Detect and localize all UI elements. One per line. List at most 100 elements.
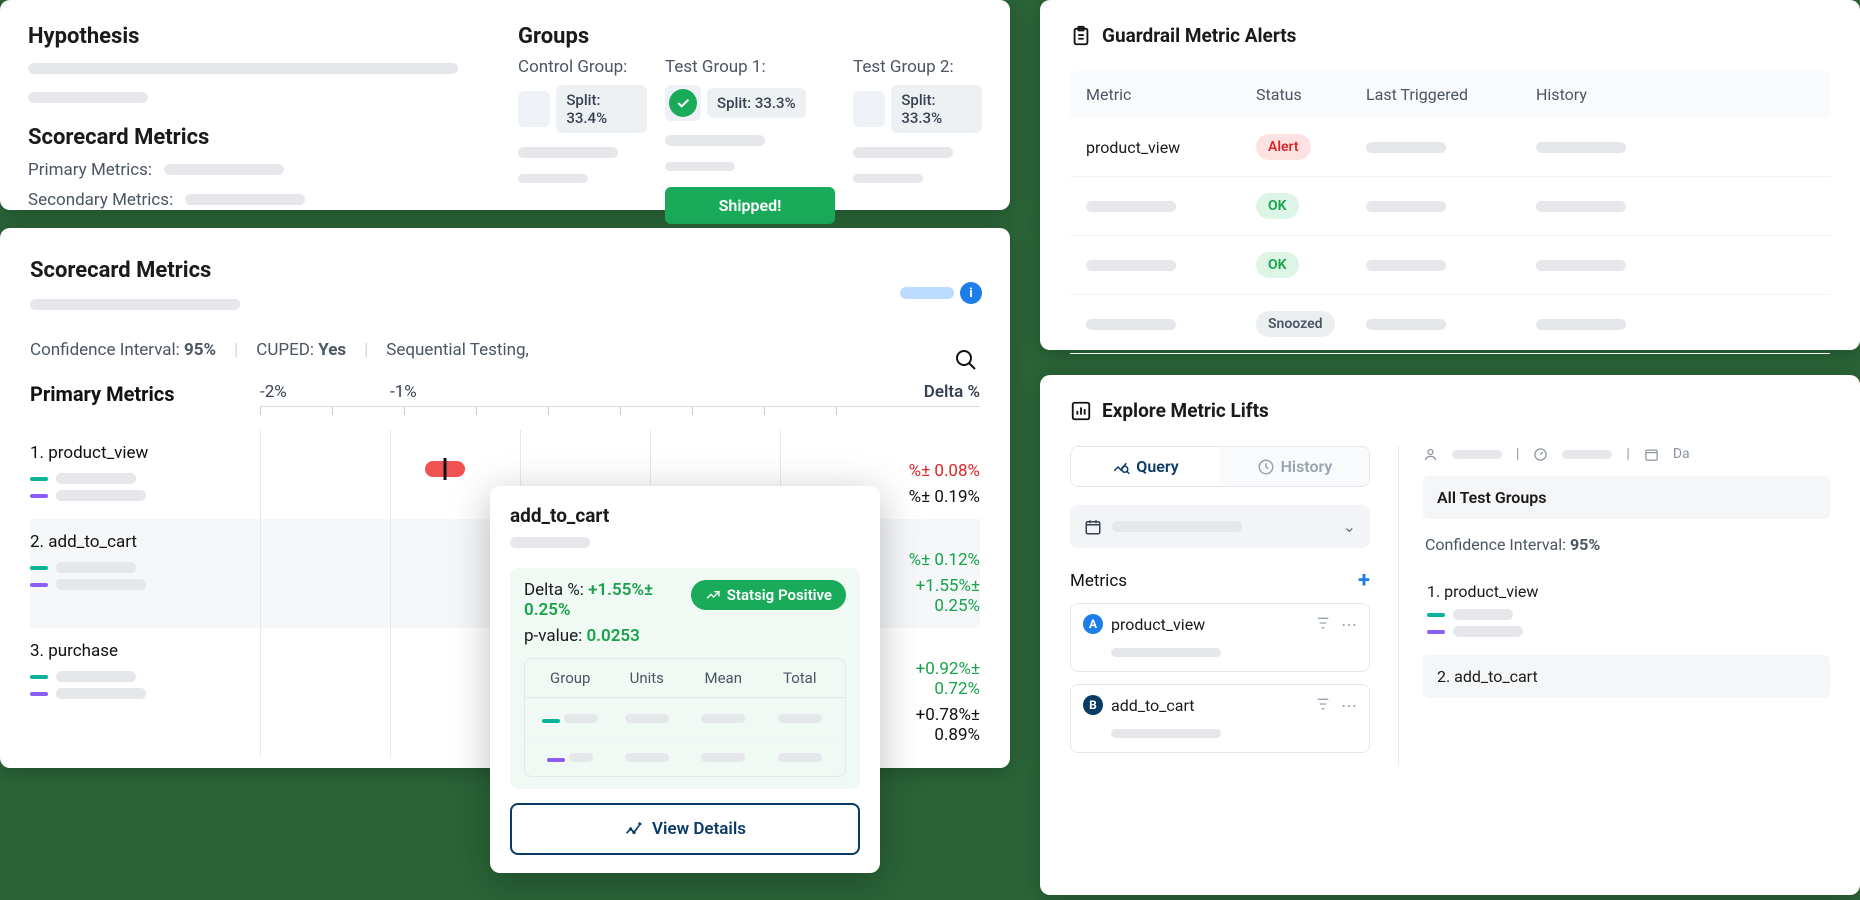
series-swatch-b xyxy=(1427,630,1445,634)
col-last-triggered: Last Triggered xyxy=(1366,85,1536,104)
group-control: Control Group: Split: 33.4% xyxy=(518,57,647,224)
split-pill: Split: 33.3% xyxy=(707,88,806,118)
guardrail-row[interactable]: OK xyxy=(1070,236,1830,295)
date-abbrev: Da xyxy=(1673,446,1690,462)
all-test-groups-header: All Test Groups xyxy=(1423,476,1830,519)
info-icon: i xyxy=(960,282,982,304)
split-pill: Split: 33.4% xyxy=(556,85,647,133)
clipboard-icon xyxy=(1070,25,1092,47)
metric-card[interactable]: Aproduct_view ⋯ xyxy=(1070,603,1370,672)
scorecard-title: Scorecard Metrics xyxy=(30,258,980,283)
tooltip-pvalue-value: 0.0253 xyxy=(586,626,639,646)
status-badge: Snoozed xyxy=(1256,311,1335,337)
explore-metric-row[interactable]: 1. product_view xyxy=(1423,570,1830,655)
groups-title: Groups xyxy=(518,24,982,49)
calendar-icon[interactable] xyxy=(1644,447,1659,462)
metric-name: 2. add_to_cart xyxy=(30,532,260,552)
guardrail-row[interactable]: Snoozed xyxy=(1070,295,1830,354)
series-swatch-b xyxy=(30,692,48,696)
view-details-button[interactable]: View Details xyxy=(510,803,860,855)
ci-value: 95% xyxy=(1570,535,1600,554)
metric-card-name: product_view xyxy=(1111,615,1205,634)
explore-title: Explore Metric Lifts xyxy=(1102,399,1269,422)
guardrail-row[interactable]: OK xyxy=(1070,177,1830,236)
col-group: Group xyxy=(537,669,604,687)
explore-lifts-panel: Explore Metric Lifts Query History ⌄ Met… xyxy=(1040,375,1860,895)
tooltip-delta-label: Delta %: xyxy=(524,580,584,600)
delta-value: +1.55%± 0.25% xyxy=(870,576,980,616)
series-swatch-b xyxy=(30,583,48,587)
metric-card-name: add_to_cart xyxy=(1111,696,1195,715)
guardrail-row[interactable]: product_viewAlert xyxy=(1070,118,1830,177)
guardrail-title: Guardrail Metric Alerts xyxy=(1102,24,1296,47)
filter-icon[interactable] xyxy=(1315,615,1331,631)
shipped-button[interactable]: Shipped! xyxy=(665,187,835,224)
scorecard-panel: Scorecard Metrics i Confidence Interval:… xyxy=(0,228,1010,768)
status-badge: OK xyxy=(1256,252,1299,278)
group-icon-placeholder xyxy=(518,91,550,127)
calendar-icon xyxy=(1084,518,1102,536)
scorecard-metrics-title: Scorecard Metrics xyxy=(28,125,488,150)
cuped-label: CUPED: xyxy=(256,340,314,360)
tab-query[interactable]: Query xyxy=(1071,447,1220,486)
explore-metric-name: 1. product_view xyxy=(1427,582,1826,601)
explore-tabs: Query History xyxy=(1070,446,1370,487)
tooltip-table: Group Units Mean Total xyxy=(524,658,846,777)
delta-value: +0.92%± 0.72% xyxy=(870,659,980,699)
status-badge: Alert xyxy=(1256,134,1311,160)
primary-metrics-label: Primary Metrics: xyxy=(28,160,152,180)
more-icon[interactable]: ⋯ xyxy=(1341,615,1357,634)
group-label: Test Group 2: xyxy=(853,57,982,77)
gauge-icon[interactable] xyxy=(1533,447,1548,462)
status-badge: OK xyxy=(1256,193,1299,219)
delta-value: %± 0.12% xyxy=(870,550,980,570)
series-swatch-b xyxy=(30,494,48,498)
group-test-2: Test Group 2: Split: 33.3% xyxy=(853,57,982,224)
metric-name: 3. purchase xyxy=(30,641,260,661)
group-icon-placeholder xyxy=(853,91,885,127)
filter-icon[interactable] xyxy=(1315,696,1331,712)
metrics-label: Metrics xyxy=(1070,571,1127,591)
group-label: Test Group 1: xyxy=(665,57,835,77)
tooltip-metric-name: add_to_cart xyxy=(510,504,860,527)
tab-history[interactable]: History xyxy=(1220,447,1369,486)
secondary-metrics-label: Secondary Metrics: xyxy=(28,190,173,210)
guardrail-table-header: Metric Status Last Triggered History xyxy=(1070,71,1830,118)
col-metric: Metric xyxy=(1086,85,1256,104)
zoom-icon[interactable] xyxy=(954,348,978,372)
col-units: Units xyxy=(614,669,681,687)
bar-chart-icon xyxy=(1070,400,1092,422)
col-mean: Mean xyxy=(690,669,757,687)
info-indicator[interactable]: i xyxy=(900,282,982,304)
sequential-label: Sequential Testing, xyxy=(386,340,529,360)
delta-value: %± 0.08% xyxy=(870,461,980,481)
series-swatch-a xyxy=(1427,613,1445,617)
col-history: History xyxy=(1536,85,1814,104)
right-toolbar: | | Da xyxy=(1423,446,1830,462)
hypothesis-title: Hypothesis xyxy=(28,24,488,49)
metric-letter-badge: A xyxy=(1083,614,1103,634)
ci-label: Confidence Interval: xyxy=(1425,535,1566,554)
axis-tick: -2% xyxy=(260,382,390,406)
metric-letter-badge: B xyxy=(1083,695,1103,715)
axis-tick: -1% xyxy=(390,382,520,406)
guardrail-alerts-panel: Guardrail Metric Alerts Metric Status La… xyxy=(1040,0,1860,350)
user-icon[interactable] xyxy=(1423,447,1438,462)
delta-value: %± 0.19% xyxy=(870,487,980,507)
add-metric-button[interactable]: + xyxy=(1358,568,1370,593)
explore-metric-row-header[interactable]: 2. add_to_cart xyxy=(1423,655,1830,698)
delta-value: +0.78%± 0.89% xyxy=(870,705,980,745)
series-swatch-a xyxy=(30,675,48,679)
date-range-select[interactable]: ⌄ xyxy=(1070,505,1370,548)
metric-tooltip: add_to_cart Statsig Positive Delta %: +1… xyxy=(490,486,880,873)
col-total: Total xyxy=(767,669,834,687)
col-status: Status xyxy=(1256,85,1366,104)
delta-header: Delta % xyxy=(890,382,980,406)
metric-card[interactable]: Badd_to_cart ⋯ xyxy=(1070,684,1370,753)
more-icon[interactable]: ⋯ xyxy=(1341,696,1357,715)
statsig-positive-pill: Statsig Positive xyxy=(691,580,846,610)
group-test-1: Test Group 1: Split: 33.3% Shipped! xyxy=(665,57,835,224)
series-swatch-a xyxy=(30,566,48,570)
primary-metrics-header: Primary Metrics xyxy=(30,382,260,406)
ci-value: 95% xyxy=(184,340,216,360)
